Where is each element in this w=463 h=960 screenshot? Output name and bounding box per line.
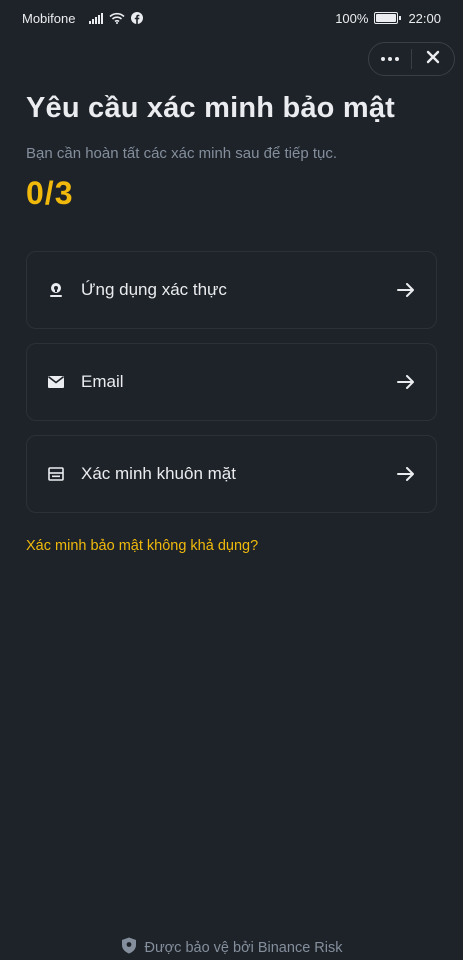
miniapp-capsule [368,42,455,76]
battery-icon [374,12,402,24]
page-title: Yêu cầu xác minh bảo mật [26,92,396,124]
battery-fill [376,14,397,22]
more-dots-icon [381,57,399,61]
carrier-name: Mobifone [22,10,76,26]
arrow-right-icon [396,372,416,392]
face-verification-icon [47,465,65,483]
facebook-icon [131,12,144,24]
signal-icon [89,12,104,24]
envelope-icon [47,373,65,391]
page-subtitle: Bạn cần hoàn tất các xác minh sau để tiế… [26,145,338,162]
status-left: Mobifone [22,10,144,26]
authenticator-icon [47,281,65,299]
shield-icon [121,937,137,958]
method-label: Xác minh khuôn mặt [81,464,236,483]
method-email[interactable]: Email [26,343,437,421]
battery-percent: 100% [335,10,369,26]
method-label: Email [81,372,124,391]
wifi-icon [109,12,126,24]
close-button[interactable] [412,43,454,75]
arrow-right-icon [396,280,416,300]
method-face-verification[interactable]: Xác minh khuôn mặt [26,435,437,513]
method-label: Ứng dụng xác thực [81,280,227,299]
status-right: 100% 22:00 [335,11,441,26]
more-button[interactable] [369,43,411,75]
status-bar: Mobifone 100% 22:00 [0,0,463,36]
footer-text: Được bảo vệ bởi Binance Risk [144,939,343,956]
verification-unavailable-link[interactable]: Xác minh bảo mật không khả dụng? [26,538,258,554]
close-icon [426,50,440,69]
footer: Được bảo vệ bởi Binance Risk [0,937,463,958]
verification-progress: 0/3 [26,175,74,211]
method-authenticator-app[interactable]: Ứng dụng xác thực [26,251,437,329]
arrow-right-icon [396,464,416,484]
clock: 22:00 [408,10,441,26]
